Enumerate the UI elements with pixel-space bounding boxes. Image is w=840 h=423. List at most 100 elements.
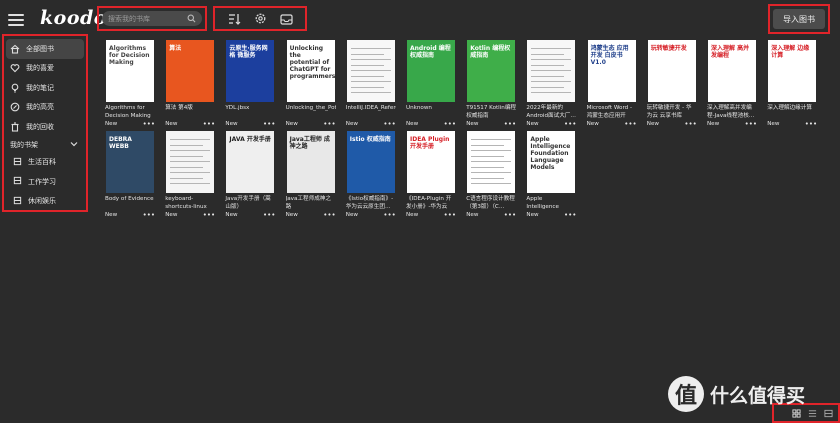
book-cover[interactable]: 深入理解 边缘计算	[768, 40, 817, 102]
book-item[interactable]: Unlocking the potential of ChatGPT for p…	[286, 40, 336, 128]
book-cover[interactable]: JAVA 开发手册	[226, 131, 275, 193]
book-cover[interactable]: 深入理解 高并发编程	[708, 40, 756, 102]
book-cover[interactable]: Java工程师 成神之路	[286, 131, 335, 193]
menu-toggle-icon[interactable]	[8, 10, 24, 30]
more-options-icon[interactable]: •••	[624, 121, 636, 128]
book-item[interactable]: Android 编程权威指南 Unknown New •••	[406, 40, 456, 128]
book-item[interactable]: IDEA Plugin 开发手册《IDEA-Plugin 开发小册》-华为云社……	[406, 131, 456, 219]
book-cover[interactable]	[527, 40, 576, 102]
book-item[interactable]: 2022年最新的Android面试大厂… New •••	[526, 40, 576, 128]
book-title: Java工程师成神之路	[285, 196, 331, 210]
shelf-item-leisure[interactable]: 休闲娱乐	[6, 192, 84, 212]
book-cover[interactable]: 玩转敏捷开发	[647, 40, 696, 102]
more-options-icon[interactable]: •••	[383, 212, 395, 219]
import-highlight-frame: 导入图书	[768, 4, 830, 34]
book-cover-text-line	[471, 172, 512, 173]
more-options-icon[interactable]: •••	[564, 121, 576, 128]
book-status-badge: New	[345, 212, 358, 218]
book-status-badge: New	[767, 121, 780, 127]
more-options-icon[interactable]: •••	[444, 121, 456, 128]
book-cover-text: Java工程师 成神之路	[289, 136, 330, 150]
shelf-item-life[interactable]: 生活百科	[6, 153, 84, 173]
more-options-icon[interactable]: •••	[383, 121, 395, 128]
book-cover-text: JAVA 开发手册	[229, 136, 271, 143]
book-cover[interactable]	[166, 131, 215, 193]
more-options-icon[interactable]: •••	[444, 212, 456, 219]
book-item[interactable]: Algorithms for Decision Making Algorithms…	[105, 40, 155, 128]
book-cover[interactable]: Istio 权威指南	[346, 131, 395, 193]
book-cover[interactable]: Android 编程权威指南	[407, 40, 455, 102]
inbox-icon[interactable]	[279, 12, 293, 26]
book-cover[interactable]	[346, 40, 395, 102]
book-cover-text: IDEA Plugin 开发手册	[410, 136, 450, 150]
more-options-icon[interactable]: •••	[805, 121, 817, 128]
shelf-section-toggle[interactable]: 我的书架	[6, 137, 84, 153]
highlight-icon	[10, 102, 20, 112]
book-item[interactable]: Apple Intelligence Foundation Language M…	[526, 131, 576, 219]
more-options-icon[interactable]: •••	[263, 121, 275, 128]
book-title: Microsoft Word - 鸿蒙生态应用开发…	[586, 105, 633, 119]
book-meta: New •••	[767, 120, 817, 128]
book-item[interactable]: 鸿蒙生态 应用开发 白皮书 V1.0 Microsoft Word - 鸿蒙生态应…	[587, 40, 637, 128]
book-cover[interactable]: IDEA Plugin 开发手册	[407, 131, 455, 193]
book-cover[interactable]: 算法	[166, 40, 215, 102]
book-cover[interactable]: Kotlin 编程权威指南	[467, 40, 516, 102]
more-options-icon[interactable]: •••	[504, 121, 516, 128]
more-options-icon[interactable]: •••	[323, 212, 335, 219]
book-meta: New •••	[225, 211, 275, 219]
book-cover[interactable]: DEBRA WEBB	[106, 131, 154, 193]
book-cover[interactable]: Unlocking the potential of ChatGPT for p…	[286, 40, 335, 102]
book-item[interactable]: C语言程序设计教程（第3版）（C… New •••	[466, 131, 516, 219]
book-item[interactable]: 深入理解 边缘计算 深入理解边缘计算 New •••	[767, 40, 817, 128]
search-icon[interactable]	[186, 14, 196, 24]
shelf-item-work[interactable]: 工作学习	[6, 172, 84, 192]
book-item[interactable]: 玩转敏捷开发 玩转敏捷开发 - 华为云 云享书库 New •••	[647, 40, 697, 128]
sidebar-item-trash[interactable]: 我的回收	[6, 117, 84, 137]
more-options-icon[interactable]: •••	[203, 121, 215, 128]
book-meta: New •••	[707, 120, 757, 128]
more-options-icon[interactable]: •••	[564, 212, 576, 219]
book-item[interactable]: Java工程师 成神之路 Java工程师成神之路 New •••	[286, 131, 336, 219]
more-options-icon[interactable]: •••	[143, 121, 155, 128]
more-options-icon[interactable]: •••	[263, 212, 275, 219]
book-title: Apple Intelligence Foundation…	[526, 196, 559, 210]
book-cover[interactable]: 云原生·服务网格 微服务	[226, 40, 275, 102]
book-cover-text: 玩转敏捷开发	[650, 45, 687, 52]
settings-gear-icon[interactable]	[253, 12, 267, 26]
book-cover[interactable]	[467, 131, 516, 193]
book-item[interactable]: JAVA 开发手册 Java开发手册（嵩山版） New •••	[225, 131, 275, 219]
book-item[interactable]: 深入理解 高并发编程 深入理解高并发编程-Java线程池核… New •••	[707, 40, 757, 128]
more-options-icon[interactable]: •••	[203, 212, 215, 219]
import-books-button[interactable]: 导入图书	[773, 9, 825, 29]
book-title: Java开发手册（嵩山版）	[225, 196, 271, 210]
book-item[interactable]: DEBRA WEBB Body of Evidence New •••	[105, 131, 155, 219]
book-item[interactable]: IntelliJ.IDEA_Reference New •••	[346, 40, 396, 128]
more-options-icon[interactable]: •••	[323, 121, 335, 128]
book-meta: New •••	[647, 120, 697, 128]
book-status-badge: New	[406, 121, 419, 127]
book-item[interactable]: Kotlin 编程权威指南 T91517 Kotlin编程权威指南 New •••	[466, 40, 516, 128]
sort-icon[interactable]	[227, 12, 241, 26]
sidebar-item-label: 我的高亮	[26, 103, 54, 112]
more-options-icon[interactable]: •••	[143, 212, 155, 219]
sidebar-item-highlights[interactable]: 我的高亮	[6, 98, 84, 118]
book-item[interactable]: 算法 算法 第4版 New •••	[165, 40, 215, 128]
book-cover[interactable]: Algorithms for Decision Making	[106, 40, 154, 102]
book-item[interactable]: 云原生·服务网格 微服务 YDL.jbsx New •••	[225, 40, 275, 128]
book-title: Unlocking_the_Potential	[285, 105, 336, 111]
more-options-icon[interactable]: •••	[745, 121, 757, 128]
cover-view-icon[interactable]	[823, 408, 833, 418]
book-cover[interactable]: 鸿蒙生态 应用开发 白皮书 V1.0	[587, 40, 636, 102]
search-bar	[102, 11, 202, 26]
book-cover[interactable]: Apple Intelligence Foundation Language M…	[527, 131, 576, 193]
sidebar-item-favorites[interactable]: 我的喜爱	[6, 59, 84, 79]
book-title: Algorithms for Decision Making	[105, 105, 151, 119]
sidebar-item-all-books[interactable]: 全部图书	[6, 39, 84, 59]
list-view-icon[interactable]	[807, 408, 817, 418]
more-options-icon[interactable]: •••	[504, 212, 516, 219]
book-item[interactable]: Istio 权威指南 《Istio权威指南》-华为云云原生团… New •••	[346, 131, 396, 219]
sidebar-item-notes[interactable]: 我的笔记	[6, 78, 84, 98]
search-input[interactable]	[108, 14, 186, 23]
more-options-icon[interactable]: •••	[684, 121, 696, 128]
book-item[interactable]: keyboard-shortcuts-linux New •••	[165, 131, 215, 219]
